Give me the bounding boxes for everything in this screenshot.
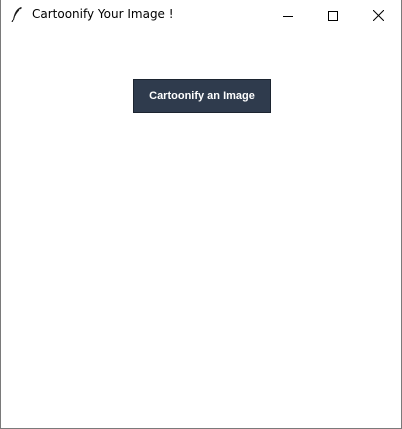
app-window: Cartoonify Your Image ! Cartoonify an Im… bbox=[0, 0, 402, 429]
maximize-icon bbox=[328, 6, 338, 25]
minimize-button[interactable] bbox=[265, 0, 311, 30]
title-bar[interactable]: Cartoonify Your Image ! bbox=[1, 0, 401, 30]
feather-icon bbox=[10, 6, 24, 23]
close-button[interactable] bbox=[355, 0, 401, 30]
close-icon bbox=[372, 6, 384, 25]
cartoonify-image-button[interactable]: Cartoonify an Image bbox=[133, 79, 271, 113]
window-title: Cartoonify Your Image ! bbox=[32, 7, 174, 21]
window-content: Cartoonify an Image bbox=[1, 30, 401, 428]
minimize-icon bbox=[283, 6, 293, 25]
maximize-button[interactable] bbox=[310, 0, 356, 30]
